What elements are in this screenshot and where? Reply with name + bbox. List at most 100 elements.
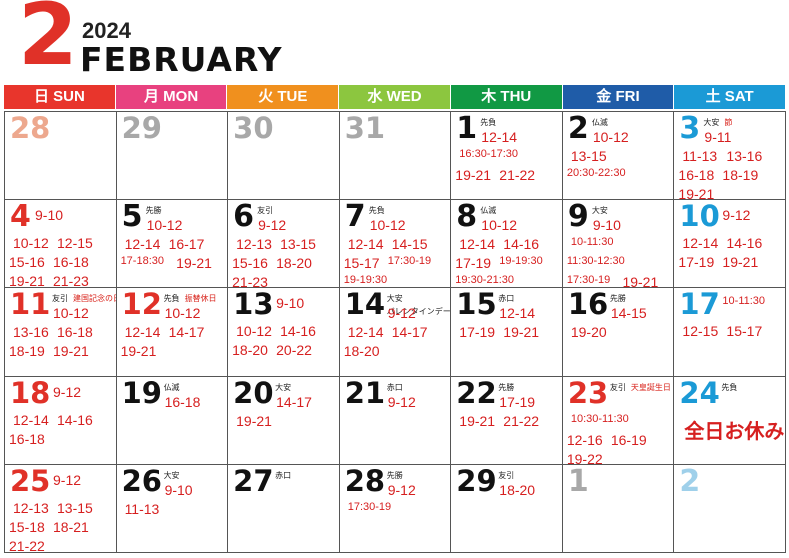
day-cell: 13 9-10 10-12 14-16 18-20 20-22	[228, 288, 340, 377]
time-slot: 17-19	[455, 255, 492, 272]
weekday-header: 火 TUE	[227, 85, 340, 109]
time-slot: 21-22	[503, 412, 540, 429]
rokuyo-label: 友引	[52, 294, 68, 304]
time-slot: 10-12	[236, 323, 272, 340]
time-slot: 13-15	[280, 236, 316, 253]
time-slot: 16-17	[168, 236, 205, 253]
time-slot: 10-12	[592, 129, 629, 145]
rokuyo-label: 先負	[721, 382, 738, 392]
time-slot: 21-22	[499, 167, 536, 183]
day-cell: 9大安9-1010-11:3011:30-12:3017:30-1919-212…	[562, 200, 675, 289]
weekday-header: 金 FRI	[562, 85, 675, 109]
rokuyo-label: 先勝	[386, 470, 403, 480]
time-slot: 12-15	[682, 323, 719, 340]
time-slot: 9-10	[35, 207, 64, 224]
rokuyo-label: 仏滅	[591, 118, 608, 127]
time-slot: 19-21	[622, 274, 659, 289]
time-slot: 12-14	[347, 324, 384, 341]
time-slot: 11-13	[124, 500, 160, 517]
day-cell: 29	[116, 112, 229, 201]
day-number: 21	[344, 376, 386, 410]
day-number: 14	[344, 288, 386, 322]
time-slot: 14-15	[391, 236, 428, 253]
time-slot: 14-17	[276, 393, 312, 410]
weekday-header-row: 日 SUN 月 MON 火 TUE 水 WED 木 THU 金 FRI 土 SAT	[4, 85, 787, 109]
day-number: 8	[456, 200, 478, 235]
day-cell: 17 10-11:30 12-15 15-17	[674, 288, 786, 377]
time-slot: 15-16	[9, 254, 45, 271]
time-slot: 12-16	[566, 431, 603, 448]
day-cell: 24 先負 全日お休み	[674, 376, 786, 465]
day-cell: 19 仏滅 16-18	[116, 376, 229, 465]
time-slot: 19-21	[53, 343, 89, 360]
rokuyo-label: 仏滅	[163, 382, 180, 392]
time-slot: 14-15	[610, 305, 647, 322]
time-slot: 17:30-19	[387, 255, 432, 268]
time-slot: 17-19	[499, 393, 536, 410]
time-slot: 9-10	[592, 217, 621, 234]
time-slot: 19:30-21:30	[455, 274, 514, 287]
time-slot: 9-12	[722, 207, 751, 224]
rokuyo-label: 大安	[591, 206, 608, 216]
day-number: 2	[679, 464, 701, 499]
weekday-header: 土 SAT	[674, 85, 787, 109]
day-number: 17	[679, 288, 720, 322]
day-number: 2	[567, 112, 589, 146]
time-slot: 10-12	[13, 235, 49, 252]
day-cell: 8 仏滅 10-12 12-14 14-16 17-19 19-19:30 19:30-21:…	[451, 200, 563, 289]
day-number: 13	[233, 288, 274, 322]
day-cell: 1	[562, 464, 675, 553]
time-slot: 12-13	[236, 236, 272, 253]
time-slot: 13-15	[57, 499, 93, 516]
time-slot: 10-12	[164, 305, 201, 322]
rokuyo-label: 友引	[498, 470, 515, 480]
day-number: 10	[679, 200, 720, 234]
day-cell: 18 9-12 12-14 14-16 16-18	[5, 376, 117, 465]
day-cell: 25 9-12 12-13 13-15 15-18 18-21 21-22	[5, 464, 117, 553]
time-slot: 9-12	[258, 217, 287, 234]
rokuyo-label: 友引	[609, 382, 626, 392]
time-slot: 12-14	[124, 236, 161, 253]
holiday-label: 振替休日	[184, 294, 217, 304]
time-slot: 9-12	[53, 383, 82, 400]
time-slot: 16-18	[53, 254, 89, 271]
time-slot: 16-19	[610, 431, 647, 448]
time-slot: 12-14	[481, 129, 518, 145]
time-slot: 9-12	[53, 471, 82, 488]
rokuyo-label: 先負	[163, 294, 180, 304]
time-slot: 21-22	[9, 537, 45, 553]
time-slot: 18-20	[232, 342, 268, 359]
day-cell: 15 赤口 12-14 17-19 19-21	[451, 288, 563, 377]
day-number: 16	[567, 288, 609, 322]
time-slot: 19-21	[455, 167, 492, 183]
calendar-header: 2 2024 FEBRUARY	[0, 0, 789, 85]
time-slot: 13-16	[13, 324, 49, 341]
rokuyo-label: 大安	[703, 118, 720, 127]
time-slot: 10-12	[369, 217, 406, 234]
day-cell: 27 赤口	[228, 464, 340, 553]
day-number: 24	[679, 376, 720, 410]
time-slot: 17:30-19	[566, 274, 611, 287]
rokuyo-label: 先勝	[609, 294, 626, 304]
time-slot: 14-16	[726, 235, 763, 252]
day-number: 1	[456, 112, 478, 146]
time-slot: 9-10	[164, 481, 193, 498]
day-number: 1	[567, 464, 589, 499]
rokuyo-label: 赤口	[386, 382, 403, 392]
time-slot: 9-12	[387, 481, 416, 498]
day-number: 31	[344, 112, 386, 145]
time-slot: 12-14	[459, 236, 496, 253]
weekday-header: 水 WED	[339, 85, 451, 109]
day-cell: 6 友引 9-12 12-13 13-15 15-16 18-20 21-23	[228, 200, 340, 289]
day-cell: 4 9-10 10-12 12-15 15-16 16-18 19-21 21-23	[5, 200, 117, 289]
day-cell: 11 友引 建国記念の日 10-12 13-16 16-18 18-19 19-21	[5, 288, 117, 377]
day-number: 9	[567, 200, 589, 235]
time-slot: 14-16	[280, 323, 316, 340]
time-slot: 9-11	[704, 129, 732, 145]
weekday-header: 木 THU	[450, 85, 563, 109]
day-cell: 2 仏滅 10-12 13-15 20:30-22:30	[562, 112, 675, 201]
day-cell: 12 先負 振替休日 10-12 12-14 14-17 19-21	[116, 288, 229, 377]
time-slot: 10-12	[146, 217, 183, 234]
day-number: 7	[344, 200, 366, 235]
time-slot: 19-21	[678, 186, 715, 201]
